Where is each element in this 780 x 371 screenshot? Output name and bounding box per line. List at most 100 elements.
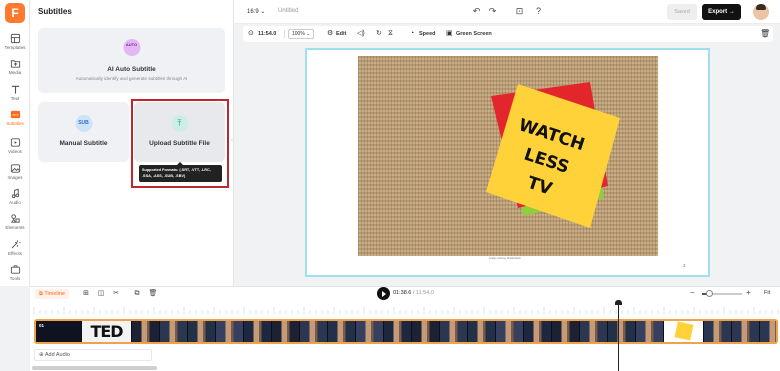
track-thumbnail bbox=[440, 321, 468, 342]
screenshot-icon[interactable]: ⊡ bbox=[514, 6, 525, 17]
templates-icon bbox=[0, 32, 30, 45]
scissors-icon[interactable]: ✂ bbox=[111, 289, 121, 299]
sidebar-item-label: Effects bbox=[8, 251, 22, 256]
green-screen-icon: ▣ bbox=[446, 30, 453, 37]
track-thumbnail bbox=[636, 321, 664, 342]
edit-icon: ⚙ bbox=[327, 30, 334, 37]
track-thumbnail bbox=[244, 321, 272, 342]
delete-icon[interactable]: 🗑 bbox=[148, 289, 158, 299]
sidebar-item-label: Text bbox=[10, 96, 20, 101]
edit-button[interactable]: Edit bbox=[336, 26, 346, 42]
sidebar-item-label: Elements bbox=[5, 225, 25, 230]
aspect-ratio-select[interactable]: 16:9 ⌄ bbox=[247, 8, 265, 15]
manual-subtitle-card[interactable]: SUB Manual Subtitle bbox=[38, 102, 129, 162]
sidebar-item-media[interactable]: Media bbox=[0, 57, 30, 81]
sidebar-item-videos[interactable]: Videos bbox=[0, 136, 30, 160]
undo-icon[interactable]: ↶ bbox=[471, 6, 482, 17]
manual-subtitle-title: Manual Subtitle bbox=[59, 140, 108, 147]
timeline-tab[interactable]: ⧉ Timeline bbox=[35, 289, 69, 299]
timeline-scrollbar[interactable] bbox=[32, 366, 157, 370]
speed-button[interactable]: Speed bbox=[419, 26, 436, 42]
volume-icon[interactable]: ◁) bbox=[357, 26, 365, 42]
ai-auto-subtitle-title: AI Auto Subtitle bbox=[107, 66, 156, 73]
ai-auto-subtitle-card[interactable]: AUTO AI Auto Subtitle Automatically iden… bbox=[38, 28, 225, 93]
sidebar-item-label: Images bbox=[7, 175, 23, 180]
sidebar-item-templates[interactable]: Templates bbox=[0, 32, 30, 56]
play-button[interactable] bbox=[377, 287, 390, 300]
preview-canvas[interactable]: WATCH LESS TV Image courtesy Shutterstoc… bbox=[305, 48, 710, 277]
avatar[interactable] bbox=[753, 4, 769, 20]
track-thumbnail bbox=[300, 321, 328, 342]
sticky-notes-graphic: WATCH LESS TV bbox=[486, 82, 620, 228]
sidebar-item-text[interactable]: Text bbox=[0, 83, 30, 107]
track-thumbnail bbox=[188, 321, 216, 342]
images-icon bbox=[0, 162, 30, 175]
track-thumbnail bbox=[760, 321, 776, 342]
divider bbox=[284, 30, 285, 38]
fit-button[interactable]: Fit bbox=[764, 290, 770, 296]
track-thumbnail bbox=[664, 321, 704, 342]
left-rail: F Templates Media Text Subtitles Videos … bbox=[0, 0, 30, 286]
export-button[interactable]: Export → bbox=[702, 4, 741, 20]
playhead[interactable] bbox=[615, 300, 622, 371]
effects-icon bbox=[0, 238, 30, 251]
sidebar-item-label: Subtitles bbox=[6, 121, 24, 126]
track-thumbnail bbox=[132, 321, 160, 342]
sidebar-item-elements[interactable]: Elements bbox=[0, 212, 30, 236]
timeline-tab-label: Timeline bbox=[44, 291, 65, 297]
track-thumbnail bbox=[524, 321, 552, 342]
canvas-image[interactable]: WATCH LESS TV bbox=[358, 56, 658, 256]
duration-value: 11:54.0 bbox=[258, 31, 277, 37]
track-thumbnail bbox=[552, 321, 580, 342]
add-clip-icon[interactable]: ⊞ bbox=[81, 289, 91, 299]
help-icon[interactable]: ? bbox=[533, 6, 544, 17]
track-thumbnail bbox=[704, 321, 732, 342]
zoom-value: 100% bbox=[292, 31, 305, 37]
manual-subtitle-icon: SUB bbox=[75, 115, 92, 132]
collapse-panel-icon[interactable]: ‹ bbox=[231, 138, 235, 148]
sidebar-item-images[interactable]: Images bbox=[0, 162, 30, 186]
track-thumbnail bbox=[328, 321, 356, 342]
rotate-icon[interactable]: ↻ bbox=[376, 26, 382, 42]
track-thumbnail bbox=[580, 321, 608, 342]
sidebar-item-label: Audio bbox=[9, 200, 21, 205]
track-thumbnail bbox=[356, 321, 384, 342]
split-icon[interactable]: ◫ bbox=[96, 289, 106, 299]
sidebar-item-label: Templates bbox=[4, 45, 26, 50]
green-screen-button[interactable]: Green Screen bbox=[456, 26, 492, 42]
zoom-select[interactable]: 100% ⌄ bbox=[288, 29, 314, 39]
sidebar-item-audio[interactable]: Audio bbox=[0, 187, 30, 211]
sidebar-item-tools[interactable]: Tools bbox=[0, 263, 30, 287]
zoom-slider-knob[interactable] bbox=[706, 290, 713, 297]
track-thumbnail bbox=[160, 321, 188, 342]
video-track[interactable]: 01 TED bbox=[34, 319, 778, 344]
elements-icon bbox=[0, 212, 30, 225]
track-thumbnail bbox=[272, 321, 300, 342]
panel-title: Subtitles bbox=[38, 7, 72, 16]
sidebar-item-effects[interactable]: Effects bbox=[0, 238, 30, 262]
timeline-header: ⧉ Timeline ⊞ ◫ ✂ ⧉ 🗑 01:38.6 / 11:54.0 −… bbox=[30, 286, 780, 300]
zoom-in-icon[interactable]: + bbox=[746, 288, 751, 297]
media-icon bbox=[0, 57, 30, 70]
sidebar-item-subtitles[interactable]: Subtitles bbox=[0, 108, 30, 132]
ai-subtitle-icon: AUTO bbox=[123, 39, 140, 56]
sidebar-item-label: Media bbox=[8, 70, 22, 75]
delete-icon[interactable]: 🗑 bbox=[760, 26, 770, 42]
saved-button[interactable]: Saved bbox=[667, 4, 697, 20]
track-thumbnail bbox=[412, 321, 440, 342]
redo-icon[interactable]: ↷ bbox=[487, 6, 498, 17]
add-audio-button[interactable]: ⊕ Add Audio bbox=[34, 349, 152, 361]
project-title[interactable]: Untitled bbox=[278, 8, 298, 14]
sidebar-item-label: Tools bbox=[9, 276, 21, 281]
duplicate-icon[interactable]: ⧉ bbox=[132, 289, 142, 299]
track-thumbnail bbox=[608, 321, 636, 342]
sidebar-item-label: Videos bbox=[8, 149, 22, 154]
text-icon bbox=[0, 83, 30, 96]
ai-auto-subtitle-desc: Automatically identify and generate subt… bbox=[75, 76, 188, 81]
top-bar: 16:9 ⌄ Untitled ↶ ↷ ⊡ ? Saved Export → bbox=[234, 0, 780, 24]
zoom-out-icon[interactable]: − bbox=[690, 288, 695, 297]
clock-icon: ⊙ bbox=[248, 30, 254, 37]
app-logo[interactable]: F bbox=[5, 3, 25, 23]
flip-icon[interactable]: ⧖ bbox=[388, 26, 393, 42]
track-thumbnail bbox=[468, 321, 496, 342]
